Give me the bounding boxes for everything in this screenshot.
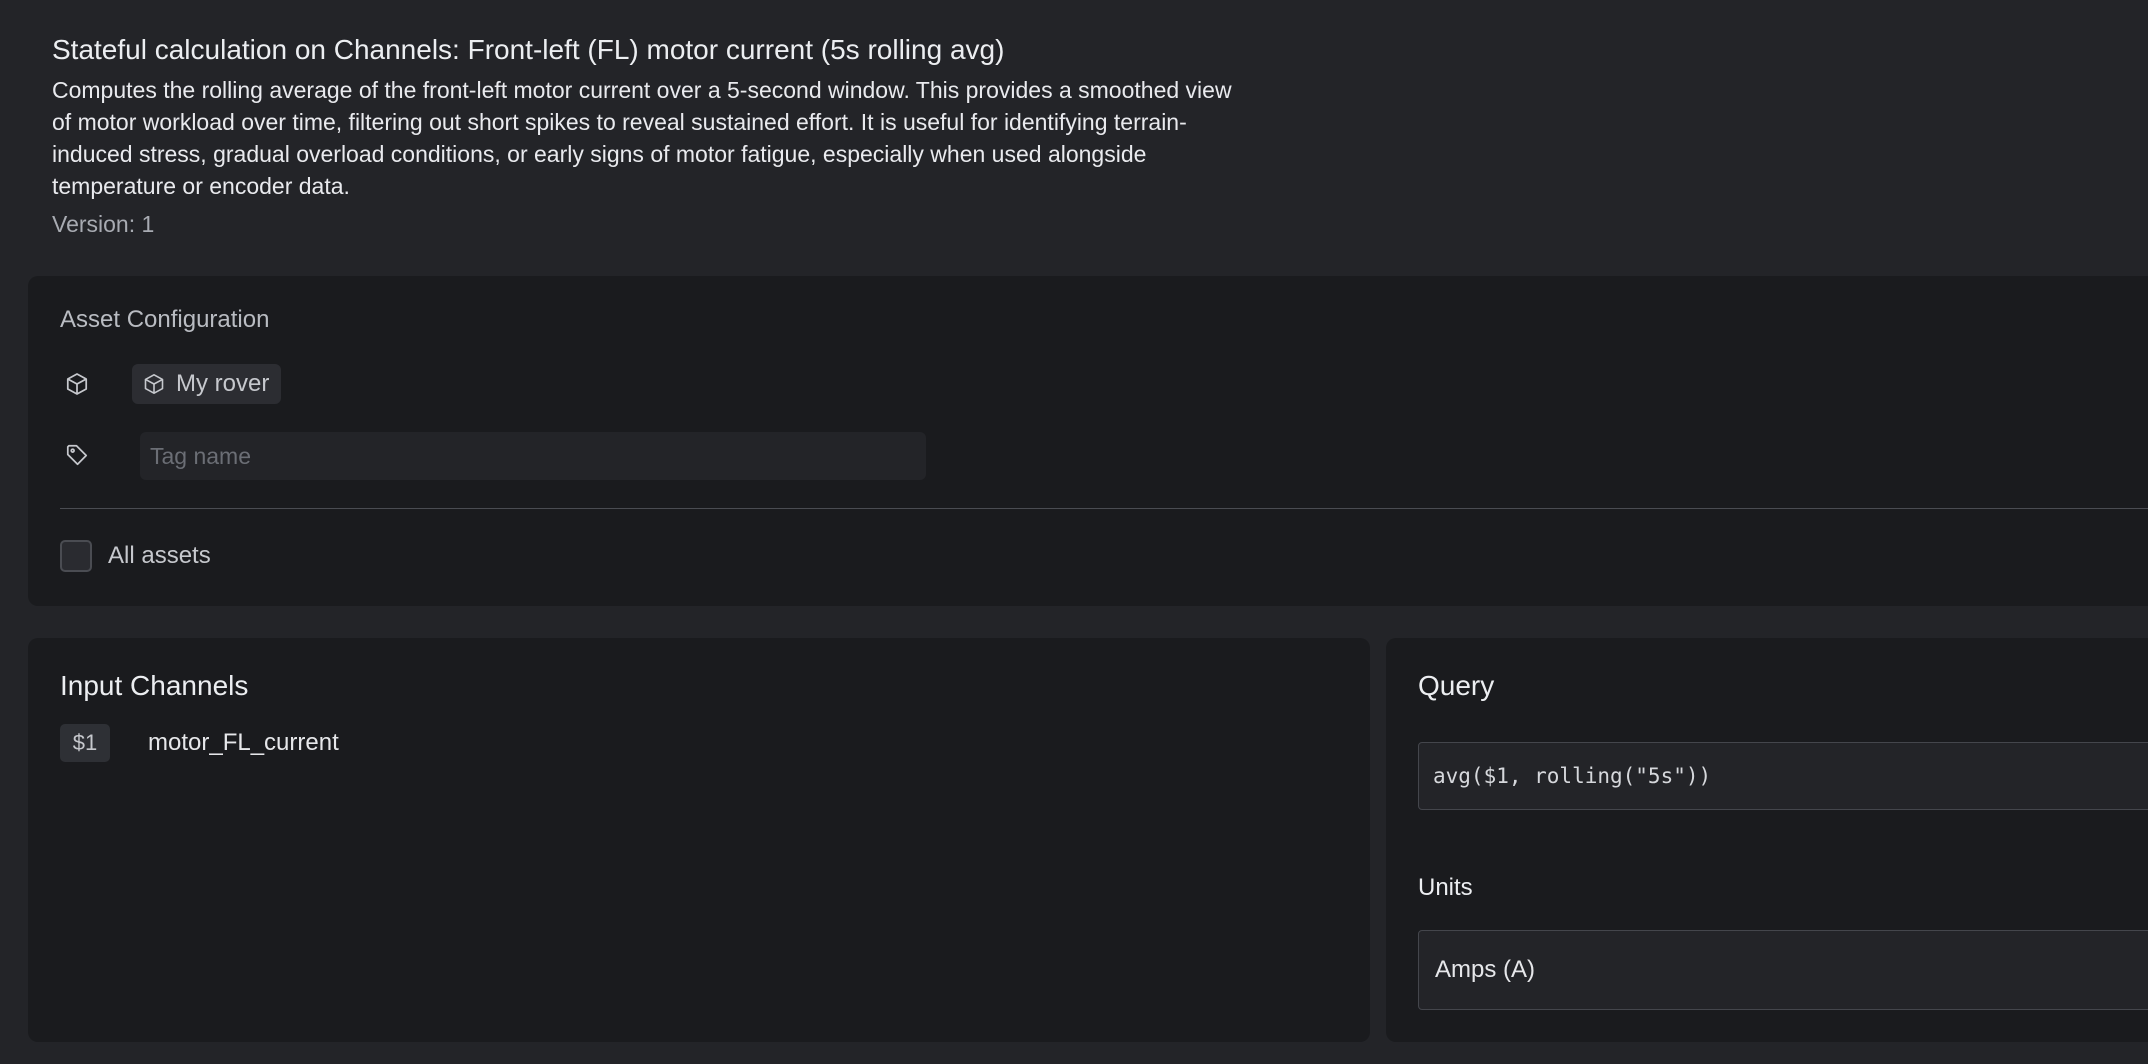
calculation-header: Stateful calculation on Channels: Front-… [52,30,1252,240]
query-expression-field[interactable]: avg($1, rolling("5s")) [1418,742,2148,810]
input-channels-panel: Input Channels $1 motor_FL_current [28,638,1370,1042]
calculation-description: Computes the rolling average of the fron… [52,77,1232,199]
channel-row: $1 motor_FL_current [60,724,339,762]
all-assets-checkbox[interactable] [60,540,92,572]
page-title: Stateful calculation on Channels: Front-… [52,34,1005,65]
all-assets-label: All assets [108,542,211,569]
units-label: Units [1418,874,1473,901]
divider [60,508,2148,509]
tag-icon [62,440,92,470]
asset-chip-my-rover[interactable]: My rover [132,364,282,404]
channel-name: motor_FL_current [148,729,339,756]
asset-configuration-label: Asset Configuration [60,306,270,333]
version-label: Version: 1 [52,211,155,237]
units-field[interactable]: Amps (A) [1418,930,2148,1010]
channel-ref-badge: $1 [60,724,110,762]
asset-chip-label: My rover [176,370,270,397]
query-panel: Query avg($1, rolling("5s")) Units Amps … [1386,638,2148,1042]
asset-configuration-panel: Asset Configuration My rover All assets [28,276,2148,606]
input-channels-heading: Input Channels [60,670,249,701]
cube-icon [62,369,92,399]
cube-icon [144,374,164,394]
tag-name-input[interactable] [140,432,926,480]
query-heading: Query [1418,670,1495,701]
all-assets-option[interactable]: All assets [60,540,211,572]
